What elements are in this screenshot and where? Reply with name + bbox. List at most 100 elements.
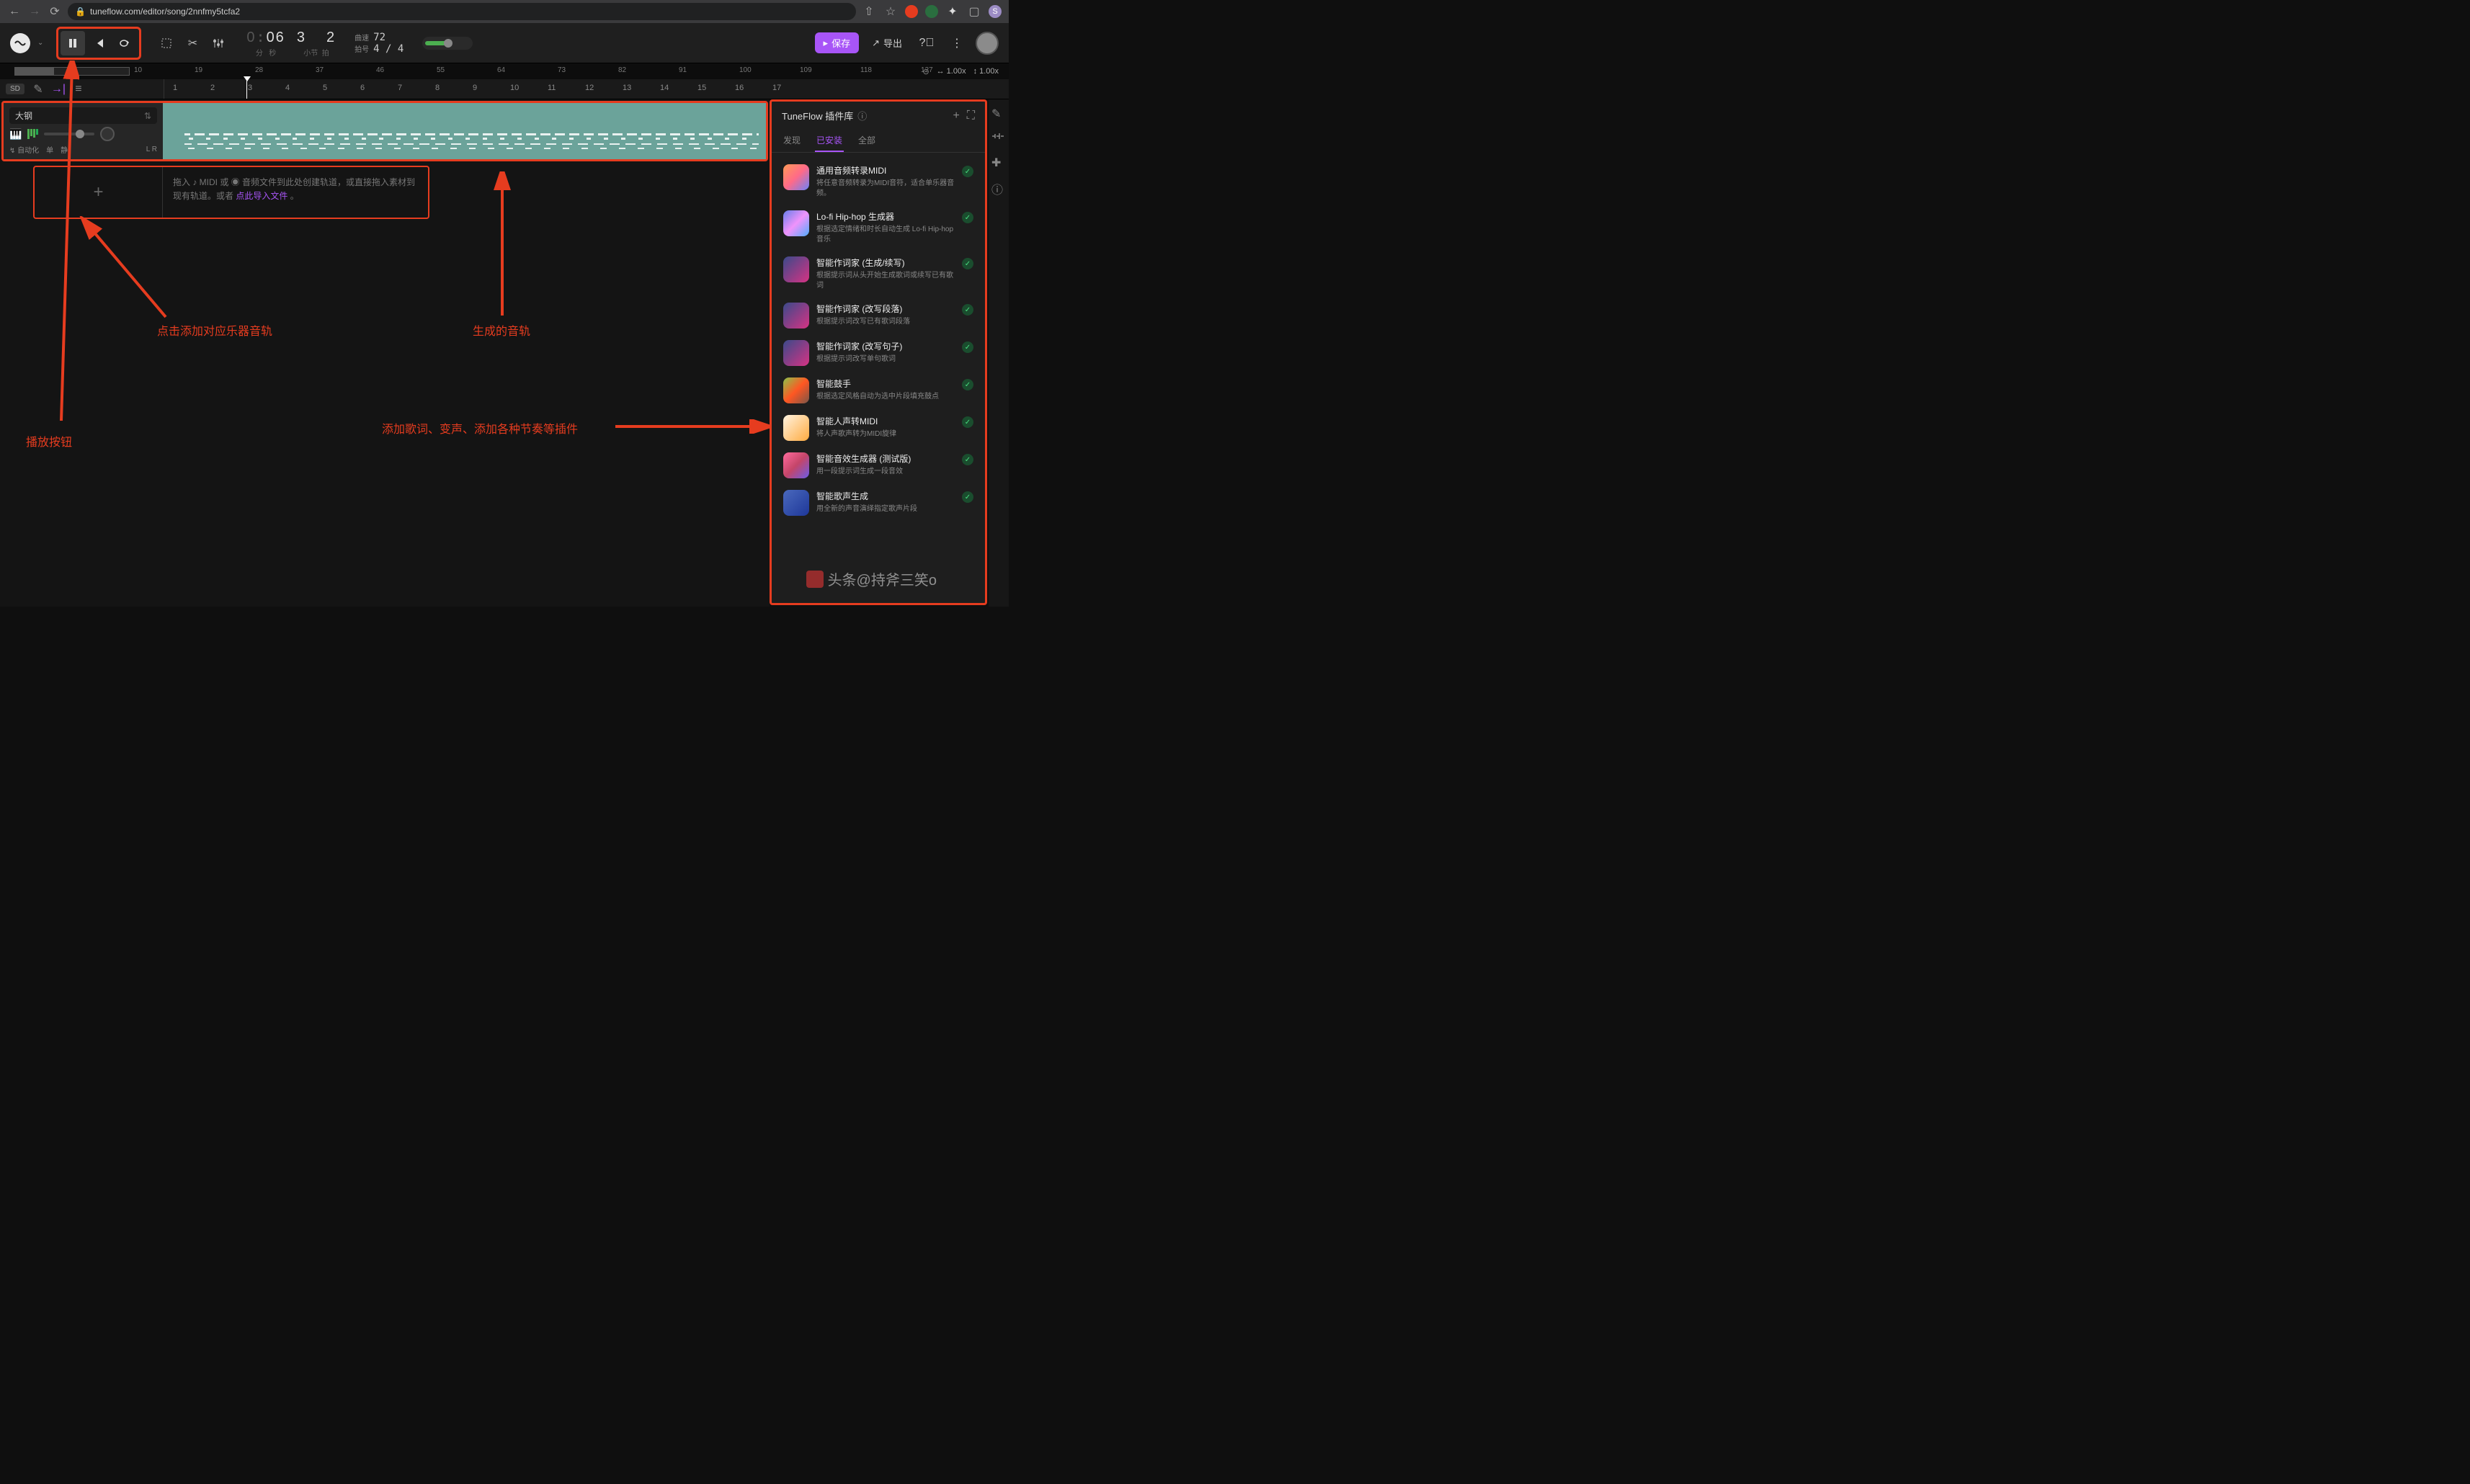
plugin-icon (783, 164, 809, 190)
app-logo[interactable] (10, 33, 30, 53)
ruler-mark: 3 (248, 84, 252, 92)
time-bar-beat: 3 2 小节 拍 (297, 28, 336, 58)
ruler[interactable]: 1234567891011121314151617 (164, 79, 1009, 99)
plugin-item[interactable]: 智能歌声生成用全新的声音演绎指定歌声片段✓ (777, 484, 979, 522)
browser-extensions: ⇧ ☆ ✦ ▢ S (862, 4, 1002, 19)
url-bar[interactable]: 🔒 tuneflow.com/editor/song/2nnfmy5tcfa2 (68, 3, 856, 20)
plugin-item[interactable]: 智能鼓手根据选定风格自动为选中片段填充鼓点✓ (777, 372, 979, 409)
info-rail-icon[interactable]: ⓘ (991, 180, 1006, 195)
ruler-mark: 6 (360, 84, 365, 92)
export-icon: ↗ (872, 37, 880, 49)
back-button[interactable]: ← (7, 4, 22, 19)
plugin-icon (783, 452, 809, 478)
puzzle-rail-icon[interactable]: ✚ (991, 156, 1006, 170)
snap-icon[interactable]: →| (52, 83, 65, 96)
chevron-icon: ⇅ (144, 111, 151, 121)
plugin-item[interactable]: 智能作词家 (生成/续写)根据提示词从头开始生成歌词或续写已有歌词✓ (777, 251, 979, 297)
import-link[interactable]: 点此导入文件 (236, 191, 287, 201)
main-area: 1 大钢 ⇅ 🎹 ↯ 自动化 单 静 (0, 99, 1009, 607)
plugin-desc: 根据提示词从头开始生成歌词或续写已有歌词 (816, 271, 955, 291)
zoom-y[interactable]: ↕ 1.00x (973, 67, 999, 76)
playhead[interactable] (246, 79, 247, 99)
minimap[interactable] (14, 67, 130, 76)
track-1: 1 大钢 ⇅ 🎹 ↯ 自动化 单 静 (1, 101, 768, 161)
profile-avatar-icon[interactable]: S (989, 5, 1002, 18)
plugin-list[interactable]: 通用音频转录MIDI 将任意音频转录为MIDI音符，适合单乐器音频。 ✓ Lo-fi … (772, 153, 985, 603)
logo-chevron-icon[interactable]: ⌄ (37, 39, 43, 47)
ruler-mark: 14 (660, 84, 669, 92)
add-track-button[interactable]: + (35, 167, 163, 218)
extensions-icon[interactable]: ✦ (945, 4, 960, 19)
minimap-strip: 10192837465564738291100109118127 ⊙ ↔ 1.0… (0, 63, 1009, 79)
pan-knob[interactable] (100, 127, 115, 141)
plugin-item[interactable]: 智能音效生成器 (测试版)用一段提示词生成一段音效✓ (777, 447, 979, 484)
forward-button[interactable]: → (27, 4, 42, 19)
zoom-x[interactable]: ↔ 1.00x (937, 67, 966, 76)
cut-tool-icon[interactable]: ✂ (184, 35, 200, 51)
select-tool-icon[interactable] (159, 35, 174, 51)
help-button[interactable]: ?⃝ (915, 32, 938, 55)
plugin-item[interactable]: 通用音频转录MIDI将任意音频转录为MIDI音符，适合单乐器音频。✓ (777, 158, 979, 205)
plugin-desc: 将人声歌声转为MIDI旋律 (816, 429, 955, 439)
plugin-icon (783, 377, 809, 403)
ruler-mark: 15 (697, 84, 706, 92)
minimap-mark: 55 (437, 66, 445, 74)
ruler-mark: 10 (510, 84, 519, 92)
minimap-mark: 118 (860, 66, 872, 74)
track-clip[interactable] (163, 103, 766, 159)
menu-button[interactable]: ⋮ (945, 32, 968, 55)
automation-toggle[interactable]: ↯ 自动化 (9, 144, 39, 155)
ruler-mark: 1 (173, 84, 177, 92)
instrument-select[interactable]: 大钢 ⇅ (9, 107, 157, 124)
save-button[interactable]: ▸ 保存 (815, 32, 860, 53)
reload-button[interactable]: ⟳ (48, 4, 62, 19)
tempo-signature[interactable]: 曲速72 拍号4 / 4 (355, 32, 404, 55)
master-volume-slider[interactable] (422, 37, 473, 50)
plugin-name: 通用音频转录MIDI (816, 164, 955, 176)
ruler-mark: 7 (398, 84, 402, 92)
plugin-item[interactable]: 智能人声转MIDI将人声歌声转为MIDI旋律✓ (777, 409, 979, 447)
audio-icon: ◉ (231, 177, 240, 187)
tab-installed[interactable]: 已安装 (815, 130, 844, 152)
ruler-mark: 5 (323, 84, 327, 92)
minimap-mark: 100 (739, 66, 752, 74)
loop-button[interactable] (112, 31, 137, 55)
extension-1-icon[interactable] (905, 5, 918, 18)
pen-tool-icon[interactable]: ✎ (32, 83, 45, 96)
plugin-item[interactable]: 智能作词家 (改写句子)根据提示词改写单句歌词✓ (777, 334, 979, 372)
volume-slider[interactable] (44, 133, 94, 135)
tab-all[interactable]: 全部 (857, 130, 877, 152)
side-rail: ✎ ✚ ⓘ (989, 99, 1009, 607)
export-button[interactable]: ↗ 导出 (866, 32, 908, 53)
plugin-desc: 将任意音频转录为MIDI音符，适合单乐器音频。 (816, 179, 955, 199)
plugin-name: 智能歌声生成 (816, 490, 955, 502)
solo-button[interactable]: 单 (46, 144, 53, 155)
minimap-mark: 82 (618, 66, 626, 74)
share-icon[interactable]: ⇧ (862, 4, 876, 19)
tune-rail-icon[interactable] (991, 131, 1006, 146)
mixer-icon[interactable] (210, 35, 226, 51)
plugin-item[interactable]: 智能作词家 (改写段落)根据提示词改写已有歌词段落✓ (777, 297, 979, 334)
tab-discover[interactable]: 发现 (782, 130, 802, 152)
mute-button[interactable]: 静 (61, 144, 68, 155)
info-icon[interactable]: ⓘ (857, 109, 867, 122)
extension-2-icon[interactable] (925, 5, 938, 18)
transport-controls (56, 27, 141, 60)
installed-check-icon: ✓ (962, 379, 973, 390)
edit-rail-icon[interactable]: ✎ (991, 107, 1006, 121)
layers-icon[interactable]: ≡ (72, 83, 85, 96)
plugin-item[interactable]: Lo-fi Hip-hop 生成器根据选定情绪和时长自动生成 Lo-fi Hip… (777, 205, 979, 251)
installed-check-icon: ✓ (962, 258, 973, 269)
app-topbar: ⌄ ✂ 0:06 分 秒 3 2 小节 拍 曲速72 拍号4 / 4 ▸ 保存 (0, 23, 1009, 63)
sd-badge[interactable]: SD (6, 84, 24, 94)
minimap-mark: 28 (255, 66, 263, 74)
lock-icon: 🔒 (75, 6, 86, 17)
star-icon[interactable]: ☆ (883, 4, 898, 19)
plugin-icon (783, 340, 809, 366)
pause-button[interactable] (61, 31, 85, 55)
window-icon[interactable]: ▢ (967, 4, 981, 19)
user-avatar[interactable] (976, 32, 999, 55)
skip-back-button[interactable] (86, 31, 111, 55)
expand-icon[interactable]: ⛶ (967, 109, 975, 122)
add-plugin-icon[interactable]: + (953, 109, 959, 122)
